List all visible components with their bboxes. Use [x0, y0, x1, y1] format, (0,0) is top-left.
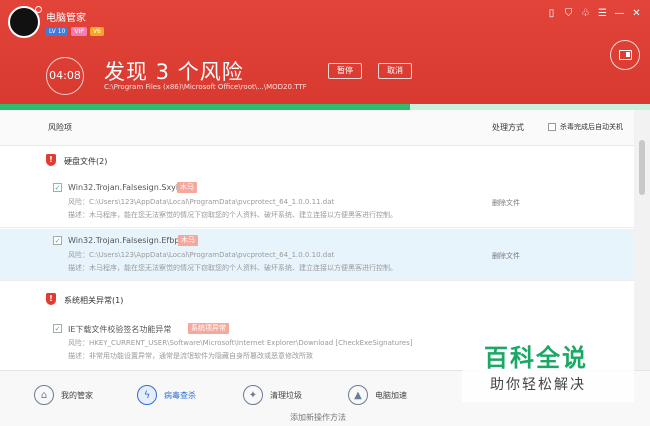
- header: 电脑管家 LV 10 VIP V6 ▯ ⛉ ♧ ☰ — ✕ 04:08 发现 3…: [0, 0, 650, 110]
- panel-icon: [618, 50, 632, 60]
- threat-risk-path: 风险：C:\Users\123\AppData\Local\ProgramDat…: [68, 251, 335, 259]
- list-item[interactable]: ✓ Win32.Trojan.Falsesign.Sxyl 木马 风险：C:\U…: [0, 176, 634, 228]
- user-badges: LV 10 VIP V6: [46, 27, 104, 36]
- broom-icon: ✦: [243, 385, 263, 405]
- group-label: 系统相关异常(1): [64, 296, 124, 305]
- shield-scan-icon: ϟ: [137, 385, 157, 405]
- nav-label: 我的管家: [61, 390, 93, 400]
- nav-label: 清理垃圾: [270, 390, 302, 400]
- warning-shield-icon: !: [46, 154, 56, 166]
- item-checkbox[interactable]: ✓: [53, 183, 62, 192]
- auto-shutdown-checkbox[interactable]: 杀毒完成后自动关机: [548, 122, 623, 132]
- threat-risk-path: 风险：C:\Users\123\AppData\Local\ProgramDat…: [68, 198, 335, 206]
- column-action: 处理方式: [492, 123, 524, 132]
- app-window: 电脑管家 LV 10 VIP V6 ▯ ⛉ ♧ ☰ — ✕ 04:08 发现 3…: [0, 0, 650, 426]
- below-text: 添加新操作方法: [290, 413, 346, 422]
- home-icon: ⌂: [34, 385, 54, 405]
- threat-tag: 木马: [177, 182, 197, 193]
- scrollbar-thumb[interactable]: [639, 140, 645, 195]
- app-title: 电脑管家: [46, 13, 86, 24]
- threat-description: 描述：木马程序，能在您无法察觉的情况下窃取您的个人资料、破坏系统、建立连接以方便…: [68, 264, 397, 272]
- threat-name: Win32.Trojan.Falsesign.Efbp: [68, 236, 180, 245]
- column-header: 风险项 处理方式 杀毒完成后自动关机: [0, 110, 634, 146]
- threat-name: IE下载文件校验签名功能异常: [68, 325, 172, 334]
- nav-label: 病毒查杀: [164, 390, 196, 400]
- column-risk: 风险项: [48, 123, 72, 132]
- checkbox-box[interactable]: [548, 123, 556, 131]
- nav-virus-scan[interactable]: ϟ 病毒查杀: [137, 385, 196, 405]
- threat-action[interactable]: 删除文件: [492, 251, 520, 261]
- threat-risk-path: 风险：HKEY_CURRENT_USER\Software\Microsoft\…: [68, 339, 413, 347]
- item-checkbox[interactable]: ✓: [53, 236, 62, 245]
- threat-description: 描述：非常用功能设置异常，通常是流氓软件为隐藏自身所篡改或恶意修改所致: [68, 352, 313, 360]
- scan-path: C:\Program Files (x86)\Microsoft Office\…: [104, 83, 307, 91]
- threat-name: Win32.Trojan.Falsesign.Sxyl: [68, 183, 179, 192]
- list-item[interactable]: ✓ Win32.Trojan.Falsesign.Efbp 木马 风险：C:\U…: [0, 229, 634, 281]
- nav-label: 电脑加速: [375, 390, 407, 400]
- level-badge[interactable]: LV 10: [46, 27, 69, 36]
- nav-speed-up[interactable]: ▲ 电脑加速: [348, 385, 407, 405]
- scan-timer: 04:08: [46, 57, 84, 95]
- vip-badge[interactable]: VIP: [71, 27, 87, 36]
- watermark-title: 百科全说: [484, 344, 588, 372]
- pause-button[interactable]: 暂停: [328, 63, 362, 79]
- phone-icon[interactable]: ▯: [546, 8, 557, 19]
- cancel-button[interactable]: 取消: [378, 63, 412, 79]
- threat-tag: 木马: [178, 235, 198, 246]
- shield-info-icon[interactable]: ⛉: [563, 8, 574, 19]
- nav-my-manager[interactable]: ⌂ 我的管家: [34, 385, 93, 405]
- watermark-subtitle: 助你轻松解决: [490, 377, 586, 393]
- version-badge[interactable]: V6: [89, 27, 104, 36]
- group-disk-files[interactable]: ! 硬盘文件(2): [0, 147, 634, 175]
- notification-dot: [35, 6, 42, 13]
- item-checkbox[interactable]: ✓: [53, 324, 62, 333]
- nav-clean-junk[interactable]: ✦ 清理垃圾: [243, 385, 302, 405]
- threat-description: 描述：木马程序，能在您无法察觉的情况下窃取您的个人资料、破坏系统、建立连接以方便…: [68, 211, 397, 219]
- auto-shutdown-label: 杀毒完成后自动关机: [560, 123, 623, 131]
- threat-tag: 系统项异常: [188, 323, 229, 334]
- scan-headline: 发现 3 个风险: [104, 60, 244, 84]
- warning-shield-icon: !: [46, 293, 56, 305]
- close-icon[interactable]: ✕: [631, 8, 642, 19]
- skin-icon[interactable]: ♧: [580, 8, 591, 19]
- group-label: 硬盘文件(2): [64, 157, 108, 166]
- scrollbar[interactable]: [634, 110, 650, 370]
- sidebar-toggle-button[interactable]: [610, 40, 640, 70]
- minimize-icon[interactable]: —: [614, 8, 625, 19]
- threat-action[interactable]: 删除文件: [492, 198, 520, 208]
- title-bar-controls: ▯ ⛉ ♧ ☰ — ✕: [546, 8, 642, 19]
- rocket-icon: ▲: [348, 385, 368, 405]
- menu-icon[interactable]: ☰: [597, 8, 608, 19]
- group-system-anomaly[interactable]: ! 系统相关异常(1): [0, 286, 634, 314]
- watermark: 百科全说 助你轻松解决: [462, 336, 634, 402]
